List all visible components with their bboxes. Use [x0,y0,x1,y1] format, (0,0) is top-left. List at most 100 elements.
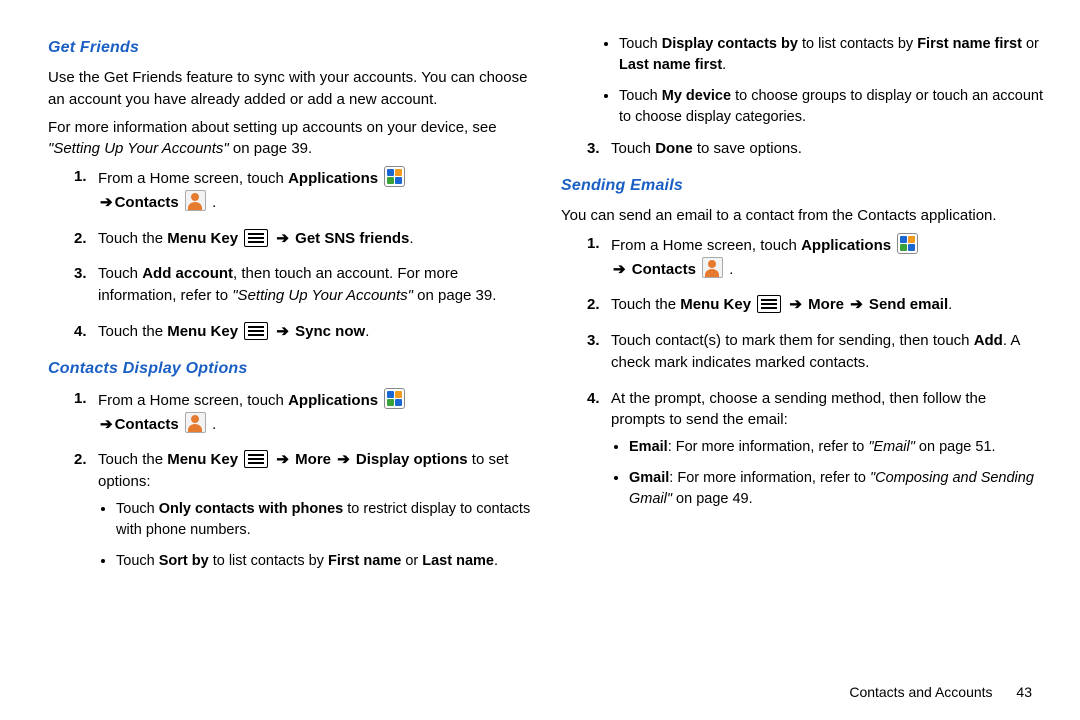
label-more: More [291,451,335,468]
heading-display-options: Contacts Display Options [48,357,531,380]
label-add-account: Add account [142,265,233,282]
arrow-icon: ➔ [274,323,291,340]
get-friends-steps: 1. From a Home screen, touch Application… [74,166,531,343]
text: or [401,553,422,569]
text: Touch [611,140,655,157]
arrow-icon: ➔ [274,451,291,468]
ref-email: "Email" [868,439,915,455]
bullet-my-device: Touch My device to choose groups to disp… [619,86,1044,128]
label-send-email: Send email [865,296,948,313]
arrow-icon: ➔ [335,451,352,468]
label: Display contacts by [662,36,798,52]
heading-get-friends: Get Friends [48,36,531,59]
contacts-icon [702,257,723,278]
step-1: 1. From a Home screen, touch Application… [587,233,1044,281]
label: Sort by [159,553,209,569]
label: Gmail [629,470,669,486]
text: . [494,553,498,569]
step-3: 3. Touch contact(s) to mark them for sen… [587,330,1044,374]
text: Touch contact(s) to mark them for sendin… [611,332,974,349]
text: on page 39. [413,287,496,304]
step-4: 4. At the prompt, choose a sending metho… [587,388,1044,511]
bullet-only-phones: Touch Only contacts with phones to restr… [116,499,531,541]
text: From a Home screen, touch [98,392,288,409]
step-2: 2. Touch the Menu Key ➔ Get SNS friends. [74,228,531,250]
display-options-step3: 3. Touch Done to save options. [587,138,1044,160]
text: Touch the [98,451,167,468]
text: Touch [98,265,142,282]
footer-section: Contacts and Accounts [849,684,992,700]
label-menu-key: Menu Key [167,323,238,340]
text: : For more information, refer to [669,470,870,486]
label-sync-now: Sync now [291,323,365,340]
label-contacts: Contacts [115,416,179,433]
arrow-icon: ➔ [274,230,291,247]
step-3: 3. Touch Add account, then touch an acco… [74,263,531,307]
applications-icon [897,233,918,254]
step-3: 3. Touch Done to save options. [587,138,1044,160]
left-column: Get Friends Use the Get Friends feature … [48,30,531,586]
text: or [1022,36,1039,52]
text: Touch [619,36,662,52]
menu-key-icon [244,322,268,340]
step-4: 4. Touch the Menu Key ➔ Sync now. [74,321,531,343]
label-menu-key: Menu Key [167,230,238,247]
arrow-icon: ➔ [611,261,628,278]
bullet-gmail: Gmail: For more information, refer to "C… [629,468,1044,510]
label: My device [662,88,731,104]
step-1: 1. From a Home screen, touch Application… [74,166,531,214]
arrow-icon: ➔ [98,194,115,211]
bullet-sort-by: Touch Sort by to list contacts by First … [116,551,531,572]
label-done: Done [655,140,693,157]
contacts-icon [185,412,206,433]
text: From a Home screen, touch [98,170,288,187]
text: Touch the [98,323,167,340]
text: to save options. [693,140,802,157]
text: to list contacts by [798,36,917,52]
text: Touch [116,501,159,517]
label-add: Add [974,332,1003,349]
text: to list contacts by [209,553,328,569]
menu-key-icon [244,229,268,247]
label: Only contacts with phones [159,501,344,517]
text: At the prompt, choose a sending method, … [611,390,986,429]
display-options-bullets: Touch Only contacts with phones to restr… [98,499,531,572]
label-menu-key: Menu Key [680,296,751,313]
heading-sending-emails: Sending Emails [561,174,1044,197]
label-contacts: Contacts [115,194,179,211]
step-2: 2. Touch the Menu Key ➔ More ➔ Display o… [74,449,531,572]
text: : For more information, refer to [668,439,869,455]
ref-setting-up: "Setting Up Your Accounts" [232,287,413,304]
text: on page 51. [915,439,996,455]
para-sending-intro: You can send an email to a contact from … [561,205,1044,227]
arrow-icon: ➔ [848,296,865,313]
text: Touch [116,553,159,569]
label-contacts: Contacts [628,261,696,278]
arrow-icon: ➔ [98,416,115,433]
label: Last name [422,553,494,569]
bullet-email: Email: For more information, refer to "E… [629,437,1044,458]
sending-method-bullets: Email: For more information, refer to "E… [611,437,1044,510]
bullet-display-contacts-by: Touch Display contacts by to list contac… [619,34,1044,76]
label-more: More [804,296,848,313]
text: For more information about setting up ac… [48,119,497,136]
right-column: Touch Display contacts by to list contac… [561,30,1044,586]
text: on page 49. [672,491,753,507]
sending-emails-steps: 1. From a Home screen, touch Application… [587,233,1044,510]
menu-key-icon [244,450,268,468]
footer-page-number: 43 [1016,684,1032,700]
label-menu-key: Menu Key [167,451,238,468]
label: Last name first [619,57,722,73]
arrow-icon: ➔ [787,296,804,313]
applications-icon [384,166,405,187]
text: Touch the [98,230,167,247]
text: on page 39. [229,140,312,157]
label-get-sns: Get SNS friends [291,230,409,247]
text: Touch the [611,296,680,313]
contacts-icon [185,190,206,211]
para-intro: Use the Get Friends feature to sync with… [48,67,531,111]
text: Touch [619,88,662,104]
page-body: Get Friends Use the Get Friends feature … [0,0,1080,626]
label-applications: Applications [288,170,378,187]
step-2: 2. Touch the Menu Key ➔ More ➔ Send emai… [587,294,1044,316]
